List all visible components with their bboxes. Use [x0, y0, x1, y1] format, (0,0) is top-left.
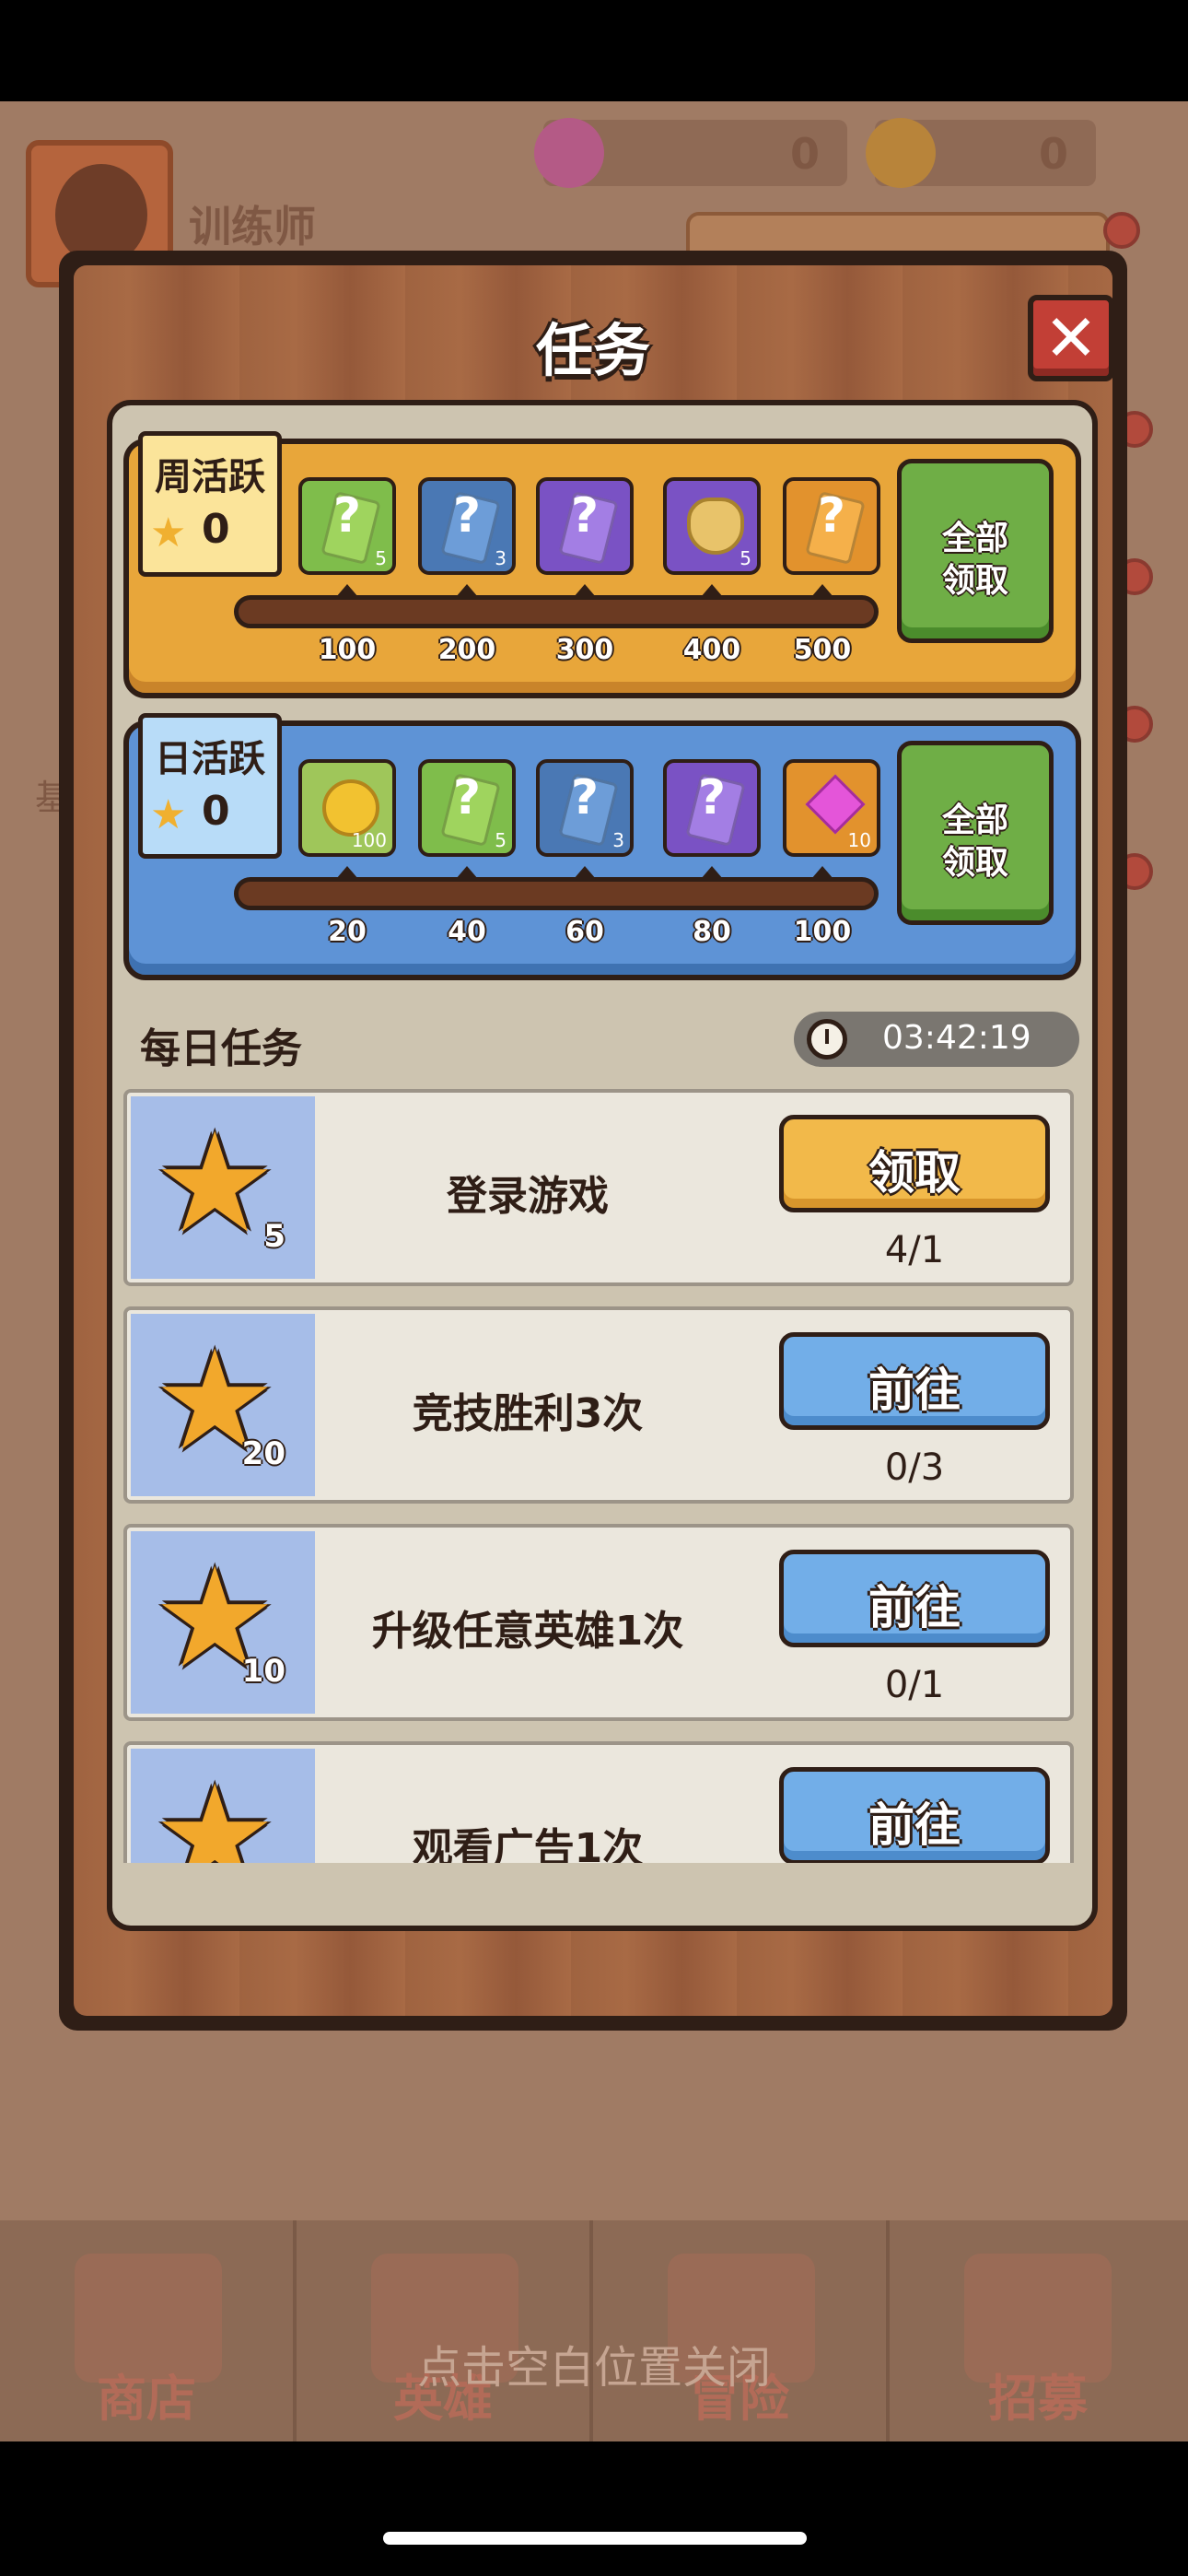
quest-modal: 任务 ✕ 周活跃 ★ 0 ? 5 ? 3 ? 5 ? 100 200 300 4…	[59, 251, 1127, 2031]
coin-icon	[322, 779, 379, 837]
task-reward-box: ★ 5	[131, 1096, 315, 1279]
weekly-reward-4[interactable]: 5	[663, 477, 761, 575]
go-button[interactable]: 前往	[779, 1332, 1050, 1430]
coin-icon	[866, 118, 936, 188]
stopwatch-icon	[807, 1019, 847, 1060]
task-progress: 0/3	[884, 1446, 945, 1489]
milestone-label: 500	[793, 634, 852, 666]
reset-timer: 03:42:19	[794, 1012, 1079, 1067]
daily-activity-badge: 日活跃 ★ 0	[138, 713, 282, 859]
star-icon: ★	[150, 791, 187, 838]
gem-icon	[805, 774, 866, 835]
daily-activity-bar: 日活跃 ★ 0 100 ? 5 ? 3 ? 10 20 40 60 80 100…	[123, 713, 1081, 980]
task-progress: 0/1	[884, 1664, 945, 1706]
daily-reward-5[interactable]: 10	[783, 759, 880, 857]
task-row: ★ 5 登录游戏 领取 4/1	[123, 1089, 1074, 1286]
star-icon: ★	[153, 1756, 277, 1863]
task-row: ★ 10 升级任意英雄1次 前往 0/1	[123, 1524, 1074, 1721]
weekly-reward-1[interactable]: ? 5	[298, 477, 396, 575]
weekly-claim-all-button[interactable]: 全部 领取	[897, 459, 1054, 643]
milestone-label: 40	[448, 916, 486, 948]
milestone-label: 80	[693, 916, 731, 948]
weekly-progress-track	[234, 595, 879, 628]
coin-counter: 0	[866, 118, 1096, 188]
milestone-label: 100	[793, 916, 852, 948]
task-name: 竞技胜利3次	[412, 1390, 644, 1437]
task-name: 观看广告1次	[412, 1825, 644, 1863]
daily-progress-track	[234, 877, 879, 910]
close-button[interactable]: ✕	[1028, 295, 1114, 381]
close-hint: 点击空白位置关闭	[416, 2342, 771, 2394]
milestone-label: 300	[555, 634, 614, 666]
task-name: 登录游戏	[447, 1173, 609, 1220]
milestone-label: 200	[437, 634, 496, 666]
home-indicator[interactable]	[383, 2532, 807, 2545]
task-reward-box: ★	[131, 1749, 315, 1863]
task-row: ★ 观看广告1次 前往	[123, 1741, 1074, 1863]
task-name: 升级任意英雄1次	[371, 1608, 684, 1655]
purple-chest-icon	[687, 498, 744, 555]
modal-title: 任务	[535, 317, 650, 384]
milestone-label: 100	[318, 634, 377, 666]
weekly-activity-bar: 周活跃 ★ 0 ? 5 ? 3 ? 5 ? 100 200 300 400 50…	[123, 431, 1081, 698]
quest-panel: 周活跃 ★ 0 ? 5 ? 3 ? 5 ? 100 200 300 400 50…	[107, 400, 1098, 1931]
gem-icon	[534, 118, 604, 188]
daily-reward-3[interactable]: ? 3	[536, 759, 634, 857]
gem-counter: 0	[534, 118, 847, 188]
task-progress: 4/1	[884, 1229, 945, 1271]
notification-dot	[1103, 212, 1140, 249]
player-name: 训练师	[189, 202, 316, 252]
task-reward-box: ★ 20	[131, 1314, 315, 1496]
daily-claim-all-button[interactable]: 全部 领取	[897, 741, 1054, 925]
task-list[interactable]: ★ 5 登录游戏 领取 4/1 ★ 20 竞技胜利3次 前往 0/3 ★ 10 …	[123, 1089, 1081, 1863]
go-button[interactable]: 前往	[779, 1767, 1050, 1863]
daily-reward-2[interactable]: ? 5	[418, 759, 516, 857]
weekly-reward-2[interactable]: ? 3	[418, 477, 516, 575]
weekly-reward-3[interactable]: ?	[536, 477, 634, 575]
daily-reward-4[interactable]: ?	[663, 759, 761, 857]
go-button[interactable]: 前往	[779, 1550, 1050, 1647]
daily-reward-1[interactable]: 100	[298, 759, 396, 857]
modal-frame: 任务 ✕ 周活跃 ★ 0 ? 5 ? 3 ? 5 ? 100 200 300 4…	[74, 265, 1114, 2016]
milestone-label: 400	[682, 634, 741, 666]
milestone-label: 60	[565, 916, 604, 948]
star-icon: ★	[153, 1104, 277, 1264]
milestone-label: 20	[328, 916, 367, 948]
daily-tasks-title: 每日任务	[140, 1025, 302, 1072]
star-icon: ★	[150, 509, 187, 556]
close-icon: ✕	[1043, 300, 1099, 376]
task-row: ★ 20 竞技胜利3次 前往 0/3	[123, 1306, 1074, 1504]
weekly-reward-5[interactable]: ?	[783, 477, 880, 575]
claim-button[interactable]: 领取	[779, 1115, 1050, 1212]
task-reward-box: ★ 10	[131, 1531, 315, 1714]
weekly-activity-badge: 周活跃 ★ 0	[138, 431, 282, 577]
